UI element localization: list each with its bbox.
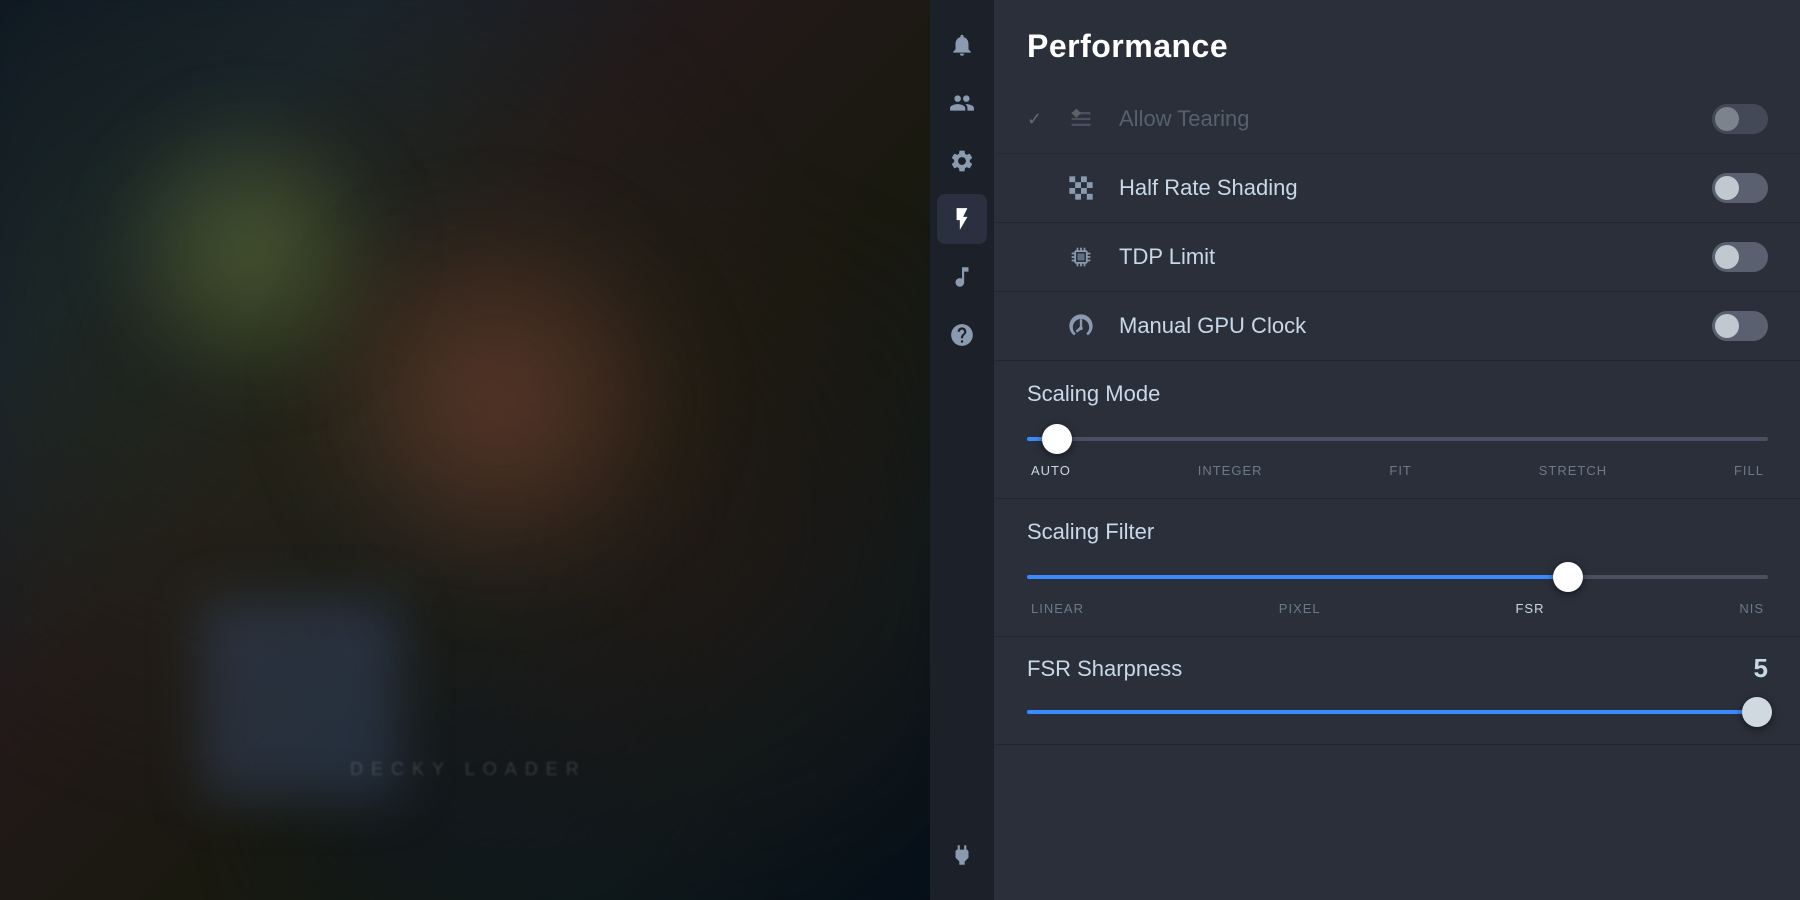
half-rate-shading-toggle[interactable] — [1712, 173, 1768, 203]
fsr-sharpness-slider-container[interactable] — [1027, 692, 1768, 732]
friends-icon — [949, 90, 975, 116]
sidebar-item-performance[interactable] — [937, 194, 987, 244]
half-rate-shading-label: Half Rate Shading — [1119, 175, 1712, 201]
scaling-mode-knob[interactable] — [1042, 424, 1072, 454]
scaling-filter-slider-container[interactable] — [1027, 557, 1768, 597]
fsr-sharpness-value: 5 — [1754, 653, 1768, 684]
gpu-icon — [1063, 308, 1099, 344]
scaling-filter-fill — [1027, 575, 1568, 579]
music-icon — [949, 264, 975, 290]
plug-icon — [949, 842, 975, 868]
scaling-mode-section: Scaling Mode AUTO INTEGER FIT STRETCH FI… — [995, 361, 1800, 499]
tearing-checkmark: ✓ — [1027, 109, 1051, 130]
scaling-mode-header: Scaling Mode — [1027, 373, 1768, 419]
gpu-svg-icon — [1067, 312, 1095, 340]
shading-svg-icon — [1067, 174, 1095, 202]
allow-tearing-toggle[interactable] — [1712, 104, 1768, 134]
manual-gpu-clock-toggle[interactable] — [1712, 311, 1768, 341]
setting-row-allow-tearing: ✓ Allow Tearing — [995, 85, 1800, 154]
lightning-icon — [949, 206, 975, 232]
tdp-limit-knob — [1715, 245, 1739, 269]
panel-header: Performance — [995, 0, 1800, 85]
tdp-limit-label: TDP Limit — [1119, 244, 1712, 270]
scaling-mode-labels: AUTO INTEGER FIT STRETCH FILL — [1027, 463, 1768, 478]
sidebar-item-music[interactable] — [937, 252, 987, 302]
scaling-filter-label: Scaling Filter — [1027, 519, 1154, 544]
panel-title: Performance — [1027, 28, 1768, 65]
sidebar-item-settings[interactable] — [937, 136, 987, 186]
tdp-svg-icon — [1067, 243, 1095, 271]
tearing-svg-icon — [1067, 105, 1095, 133]
setting-row-manual-gpu-clock: Manual GPU Clock — [995, 292, 1800, 361]
settings-list: ✓ Allow Tearing — [995, 85, 1800, 765]
scaling-filter-labels: LINEAR PIXEL FSR NIS — [1027, 601, 1768, 616]
tearing-icon — [1063, 101, 1099, 137]
setting-row-half-rate-shading: Half Rate Shading — [995, 154, 1800, 223]
manual-gpu-clock-label: Manual GPU Clock — [1119, 313, 1712, 339]
scaling-mode-slider-container[interactable] — [1027, 419, 1768, 459]
scaling-mode-label: Scaling Mode — [1027, 381, 1160, 406]
sidebar-item-power[interactable] — [937, 830, 987, 880]
manual-gpu-clock-knob — [1715, 314, 1739, 338]
game-blur-text: DECKY LOADER — [350, 759, 587, 780]
shading-icon — [1063, 170, 1099, 206]
question-icon — [949, 322, 975, 348]
scaling-filter-section: Scaling Filter LINEAR PIXEL FSR NIS — [995, 499, 1800, 637]
fsr-sharpness-track[interactable] — [1027, 710, 1768, 714]
setting-row-tdp-limit: TDP Limit — [995, 223, 1800, 292]
fsr-sharpness-section: FSR Sharpness 5 — [995, 637, 1800, 745]
scaling-option-stretch[interactable]: STRETCH — [1539, 463, 1607, 478]
filter-option-fsr[interactable]: FSR — [1515, 601, 1544, 616]
allow-tearing-label: Allow Tearing — [1119, 106, 1712, 132]
tdp-limit-toggle[interactable] — [1712, 242, 1768, 272]
fsr-header: FSR Sharpness 5 — [1027, 653, 1768, 684]
tdp-icon — [1063, 239, 1099, 275]
bell-icon — [949, 32, 975, 58]
gear-icon — [949, 148, 975, 174]
sidebar-item-help[interactable] — [937, 310, 987, 360]
half-rate-shading-knob — [1715, 176, 1739, 200]
scaling-option-fit[interactable]: FIT — [1389, 463, 1412, 478]
scaling-filter-header: Scaling Filter — [1027, 511, 1768, 557]
filter-option-nis[interactable]: NIS — [1739, 601, 1764, 616]
scaling-option-auto[interactable]: AUTO — [1031, 463, 1071, 478]
fsr-sharpness-fill — [1027, 710, 1768, 714]
scaling-filter-knob[interactable] — [1553, 562, 1583, 592]
sidebar — [930, 0, 995, 900]
scaling-mode-track[interactable] — [1027, 437, 1768, 441]
scaling-option-integer[interactable]: INTEGER — [1198, 463, 1263, 478]
sidebar-item-notifications[interactable] — [937, 20, 987, 70]
main-panel: Performance ✓ Allow Tearing — [995, 0, 1800, 900]
fsr-sharpness-title: FSR Sharpness — [1027, 656, 1182, 682]
scaling-option-fill[interactable]: FILL — [1734, 463, 1764, 478]
allow-tearing-knob — [1715, 107, 1739, 131]
scaling-filter-track[interactable] — [1027, 575, 1768, 579]
game-background: DECKY LOADER — [0, 0, 930, 900]
filter-option-pixel[interactable]: PIXEL — [1279, 601, 1321, 616]
filter-option-linear[interactable]: LINEAR — [1031, 601, 1084, 616]
fsr-sharpness-knob[interactable] — [1742, 697, 1772, 727]
sidebar-item-friends[interactable] — [937, 78, 987, 128]
